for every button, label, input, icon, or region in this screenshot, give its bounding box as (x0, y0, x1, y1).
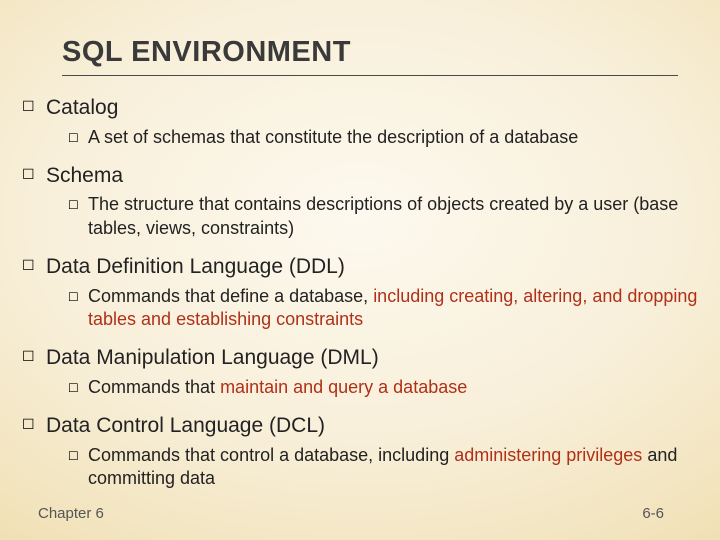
sub-text: Commands that control a database, includ… (88, 444, 700, 492)
slide: SQL ENVIRONMENT ☐ Catalog ☐ A set of sch… (0, 0, 720, 540)
footer-right: 6-6 (642, 505, 664, 522)
bullet-icon: ☐ (20, 162, 46, 189)
sub-list: ☐ A set of schemas that constitute the d… (46, 126, 700, 150)
content-area: ☐ Catalog ☐ A set of schemas that consti… (20, 76, 700, 501)
bullet-icon: ☐ (20, 253, 46, 280)
sub-item: ☐ Commands that define a database, inclu… (66, 285, 700, 333)
bullet-icon: ☐ (20, 94, 46, 121)
sub-text: A set of schemas that constitute the des… (88, 126, 700, 150)
list-item: ☐ Data Control Language (DCL) ☐ Commands… (20, 412, 700, 501)
title-wrap: SQL ENVIRONMENT (20, 36, 700, 76)
item-label: Data Control Language (DCL) (46, 414, 325, 437)
bullet-icon: ☐ (66, 126, 88, 150)
sub-item: ☐ Commands that control a database, incl… (66, 444, 700, 492)
sub-list: ☐ Commands that control a database, incl… (46, 444, 700, 492)
sub-item: ☐ A set of schemas that constitute the d… (66, 126, 700, 150)
list-item: ☐ Catalog ☐ A set of schemas that consti… (20, 94, 700, 160)
slide-title: SQL ENVIRONMENT (62, 36, 678, 76)
bullet-icon: ☐ (66, 193, 88, 217)
footer: Chapter 6 6-6 (38, 505, 664, 522)
item-text: Data Control Language (DCL) ☐ Commands t… (46, 412, 700, 501)
item-label: Catalog (46, 96, 118, 119)
item-text: Data Definition Language (DDL) ☐ Command… (46, 253, 700, 342)
sub-list: ☐ Commands that define a database, inclu… (46, 285, 700, 333)
list-item: ☐ Data Manipulation Language (DML) ☐ Com… (20, 344, 700, 410)
list-item: ☐ Schema ☐ The structure that contains d… (20, 162, 700, 251)
sub-text: Commands that maintain and query a datab… (88, 376, 700, 400)
item-label: Data Manipulation Language (DML) (46, 346, 379, 369)
list-item: ☐ Data Definition Language (DDL) ☐ Comma… (20, 253, 700, 342)
sub-list: ☐ Commands that maintain and query a dat… (46, 376, 700, 400)
footer-left: Chapter 6 (38, 505, 104, 522)
sub-list: ☐ The structure that contains descriptio… (46, 193, 700, 241)
bullet-icon: ☐ (66, 376, 88, 400)
bullet-icon: ☐ (20, 344, 46, 371)
sub-item: ☐ Commands that maintain and query a dat… (66, 376, 700, 400)
item-text: Schema ☐ The structure that contains des… (46, 162, 700, 251)
item-text: Data Manipulation Language (DML) ☐ Comma… (46, 344, 700, 410)
bullet-icon: ☐ (66, 285, 88, 309)
item-label: Data Definition Language (DDL) (46, 255, 345, 278)
bullet-icon: ☐ (66, 444, 88, 468)
bullet-icon: ☐ (20, 412, 46, 439)
item-label: Schema (46, 164, 123, 187)
sub-text: The structure that contains descriptions… (88, 193, 700, 241)
sub-text: Commands that define a database, includi… (88, 285, 700, 333)
item-text: Catalog ☐ A set of schemas that constitu… (46, 94, 700, 160)
sub-item: ☐ The structure that contains descriptio… (66, 193, 700, 241)
